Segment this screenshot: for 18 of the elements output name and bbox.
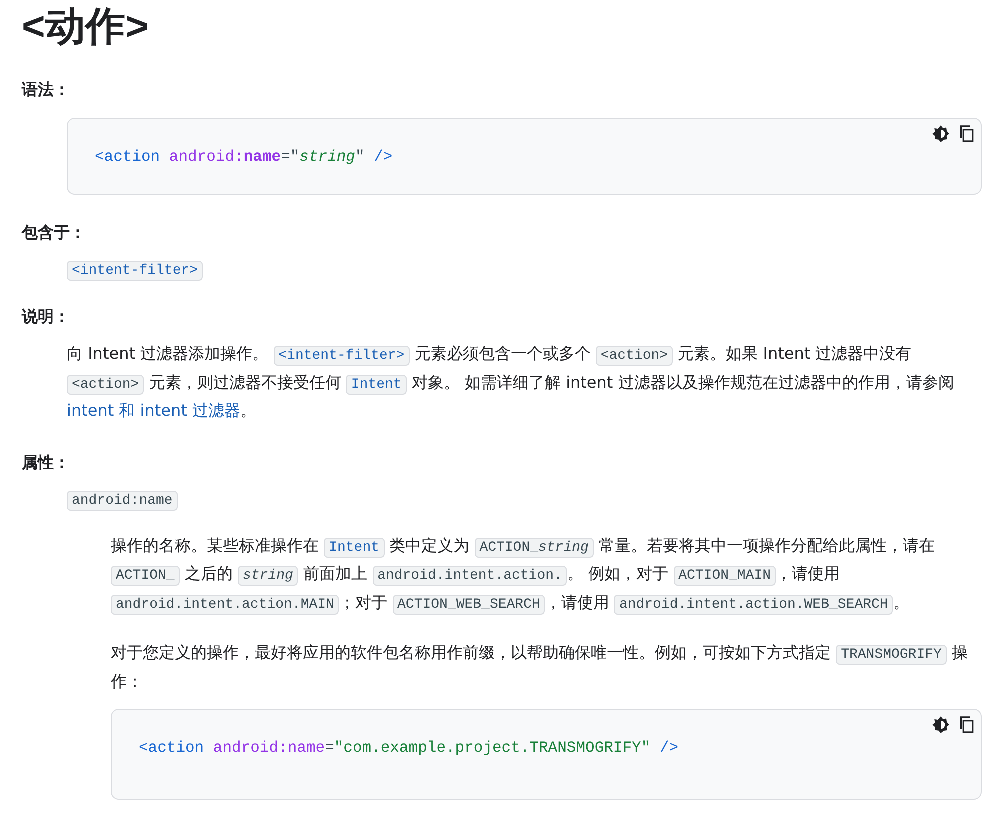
link[interactable]: intent 和 intent 过滤器 (67, 401, 240, 420)
section-label: 说明： (22, 306, 70, 328)
code-link[interactable]: Intent (324, 538, 385, 558)
page-title: <动作> (22, 4, 150, 51)
code-link[interactable]: Intent (346, 374, 407, 394)
code-block: <action android:name="string" /> (67, 118, 982, 195)
section-label: 属性： (22, 452, 70, 474)
theme-toggle-icon[interactable] (931, 715, 951, 735)
description-paragraph: 对于您定义的操作，最好将应用的软件包名称用作前缀，以帮助确保唯一性。例如，可按如下方式指定 TRANSMOGRIFY 操作： (111, 642, 970, 692)
section-label: 包含于： (22, 222, 86, 244)
code-link[interactable]: <intent-filter> (274, 346, 410, 366)
attribute-name: android:name (67, 490, 178, 510)
code-block: <action android:name="com.example.project.TRANSMOGRIFY" /> (111, 709, 982, 800)
description-paragraph: 向 Intent 过滤器添加操作。 <intent-filter> 元素必须包含一个或多个 <action> 元素。如果 Intent 过滤器中没有 <action> 元素，则过滤器不接受任何 Intent 对象。 如需详细了解 intent 过滤器以及操作规范在过滤器中的作用，请参阅 intent 和 intent 过滤器。 (67, 343, 956, 422)
theme-toggle-icon[interactable] (931, 124, 951, 144)
description-paragraph: 操作的名称。某些标准操作在 Intent 类中定义为 ACTION_string 常量。若要将其中一项操作分配给此属性，请在 ACTION_ 之后的 string 前面加上 android.intent.action. 。 例如，对于 ACTION_MAIN ，请使用 android.intent.action.MAIN ；对于 ACTION_WEB_SEARCH ，请使用 android.intent.action.WEB_SEARCH 。 (111, 534, 936, 616)
code-link[interactable]: <intent-filter> (67, 261, 204, 281)
section-label: 语法： (22, 79, 70, 101)
